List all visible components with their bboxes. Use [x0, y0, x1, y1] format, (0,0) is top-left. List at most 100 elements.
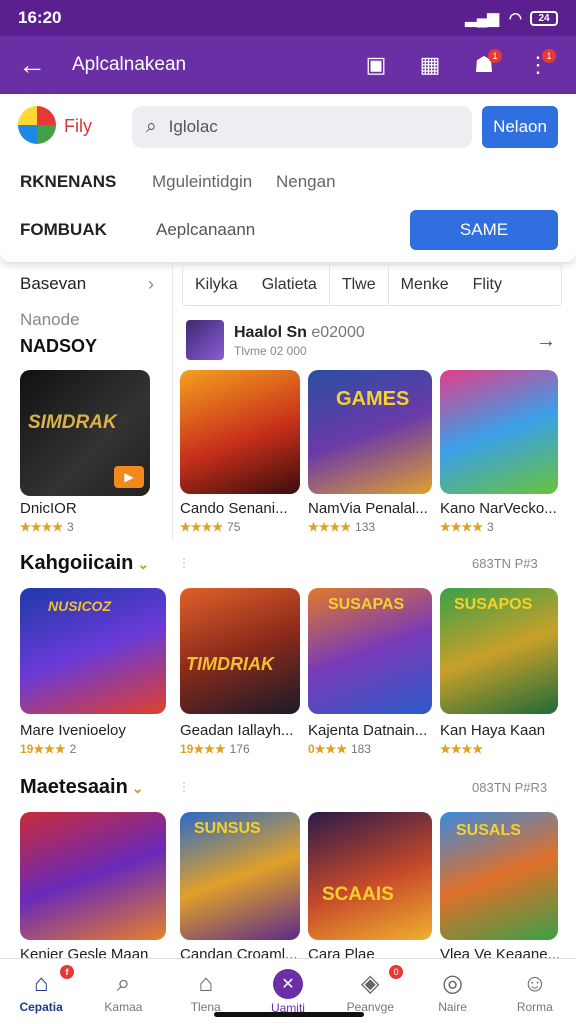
- rating-stars: 0★★★: [308, 742, 347, 756]
- row2-placeholder: Aeplcanaann: [156, 220, 256, 239]
- tab-search[interactable]: ⌕ Kamaa: [82, 959, 164, 1024]
- search-icon: ⌕: [146, 116, 157, 137]
- tab-3[interactable]: Menke: [389, 276, 461, 294]
- tab-label: Naire: [438, 1000, 467, 1014]
- status-bar: 16:20 ▂▄▆ ◠ 24: [0, 0, 576, 36]
- game-tile[interactable]: SUSAPAS: [308, 588, 432, 714]
- chevron-down-icon[interactable]: ⌄: [137, 556, 149, 572]
- game-banner: SUSAPOS: [454, 596, 533, 613]
- game-label: Cando Senani...: [180, 500, 288, 517]
- game-tile[interactable]: SUSAPOS: [440, 588, 558, 714]
- tab-home[interactable]: ⌂ Cepatia f: [0, 959, 82, 1024]
- more-icon[interactable]: ⋮ 1: [518, 45, 558, 85]
- row1-value-2[interactable]: Nengan: [276, 172, 336, 192]
- row1-value[interactable]: Mguleintidgin: [152, 172, 252, 192]
- sidebar-app-tile[interactable]: SIMDRAK ▶: [20, 370, 150, 496]
- sidebar-name: NADSOY: [20, 336, 98, 356]
- home-icon: ⌂: [33, 969, 49, 997]
- back-arrow-icon[interactable]: ←: [18, 49, 58, 81]
- search-icon: ⌕: [116, 969, 131, 997]
- game-tile[interactable]: SCAAIS: [308, 812, 432, 940]
- game-banner: SUSAPAS: [328, 596, 405, 613]
- rating-stars: ★★★★: [180, 520, 224, 534]
- tab-profile[interactable]: ☺ Rorma: [494, 959, 576, 1024]
- store-icon: ⌂: [198, 969, 213, 997]
- app-bar: ← Aplcalnakean ▣ ▦ ☗ 1 ⋮ 1: [0, 36, 576, 94]
- home-indicator: [214, 1012, 364, 1017]
- rating-count: 183: [350, 742, 371, 756]
- search-input[interactable]: ⌕ Iglolac: [132, 106, 472, 148]
- wishlist-icon[interactable]: ▣: [356, 45, 396, 85]
- tab-compass[interactable]: ◎ Naire: [411, 959, 493, 1024]
- tab-1[interactable]: Glatieta: [250, 276, 329, 294]
- game-tile[interactable]: [440, 370, 558, 494]
- game-rating: ★★★★: [440, 742, 487, 756]
- game-tile[interactable]: SUSALS: [440, 812, 558, 940]
- arrow-right-icon[interactable]: →: [536, 330, 556, 353]
- play-icon[interactable]: ▶: [114, 466, 144, 488]
- brand-logo-icon: [18, 106, 56, 144]
- sidebar-app-banner: SIMDRAK: [28, 412, 117, 433]
- same-button[interactable]: SAME: [410, 210, 558, 250]
- profile-icon: ☺: [522, 969, 548, 997]
- tab-2[interactable]: Tlwe: [330, 276, 388, 294]
- game-tile[interactable]: GAMES: [308, 370, 432, 494]
- rating-count: 176: [229, 742, 250, 756]
- row2-input[interactable]: Aeplcanaann: [142, 204, 406, 256]
- game-tile[interactable]: NUSICOZ: [20, 588, 166, 714]
- row1-label: RKNENANS: [20, 172, 117, 191]
- game-rating: 19★★★ 176: [180, 742, 250, 756]
- section-meta: 683TN P#3: [472, 556, 538, 571]
- game-banner: TIMDRIAK: [186, 654, 274, 674]
- game-tile[interactable]: [20, 812, 166, 940]
- game-rating: ★★★★ 133: [308, 520, 375, 534]
- tab-4[interactable]: Flity: [461, 276, 514, 294]
- compass-icon: ◎: [442, 970, 464, 997]
- library-icon[interactable]: ▦: [410, 45, 450, 85]
- rating-stars: 19★★★: [180, 742, 226, 756]
- search-button[interactable]: Nelaon: [482, 106, 558, 148]
- section-dots: ⋮: [178, 780, 190, 794]
- chevron-down-icon[interactable]: ⌄: [132, 780, 144, 796]
- section-title-text: Kahgoiicain: [20, 552, 134, 574]
- tab-0[interactable]: Kilyka: [183, 276, 250, 294]
- game-banner: SCAAIS: [322, 884, 394, 905]
- section-title[interactable]: Maetesaain ⌄: [20, 776, 144, 799]
- sidebar-app-label: DnicIOR: [20, 500, 77, 517]
- game-rating: ★★★★ 3: [440, 520, 494, 534]
- rating-stars: ★★★★: [20, 520, 64, 534]
- rating-count: 133: [355, 520, 376, 534]
- chevron-right-icon[interactable]: ›: [148, 274, 154, 295]
- category-tabs: Kilyka Glatieta Tlwe Menke Flity: [182, 264, 562, 306]
- game-tile[interactable]: TIMDRIAK: [180, 588, 300, 714]
- section-meta: 083TN P#R3: [472, 780, 548, 795]
- rating-stars: 19★★★: [20, 742, 66, 756]
- game-label: Kan Haya Kaan: [440, 722, 546, 739]
- rating-count: 3: [487, 520, 494, 534]
- game-banner: SUSALS: [456, 822, 521, 839]
- notifications-icon[interactable]: ☗ 1: [464, 45, 504, 85]
- game-tile[interactable]: [180, 370, 300, 494]
- game-label: Kajenta Datnain...: [308, 722, 428, 739]
- featured-subtitle: Tlvme 02 000: [234, 344, 307, 358]
- wifi-icon: ◠: [508, 10, 522, 27]
- section-title[interactable]: Kahgoiicain ⌄: [20, 552, 149, 575]
- rating-stars: ★★★★: [308, 520, 352, 534]
- signal-icon: ▂▄▆: [465, 10, 499, 27]
- section-title-text: Maetesaain: [20, 776, 128, 798]
- section-dots: ⋮: [178, 556, 190, 570]
- game-rating: ★★★★ 75: [180, 520, 240, 534]
- game-label: Kano NarVecko...: [440, 500, 557, 517]
- game-tile[interactable]: SUNSUS: [180, 812, 300, 940]
- tab-label: Cepatia: [19, 999, 63, 1014]
- rating-count: 75: [227, 520, 241, 534]
- featured-title-extra: e02000: [311, 324, 365, 341]
- game-label: Geadan Iallayh...: [180, 722, 294, 739]
- featured-title-main: Haalol Sn: [234, 324, 307, 341]
- shield-icon: ◈: [361, 970, 380, 997]
- featured-thumbnail[interactable]: [186, 320, 224, 360]
- game-banner: GAMES: [336, 388, 410, 410]
- game-banner: NUSICOZ: [48, 598, 111, 614]
- rating-count: 2: [69, 742, 77, 756]
- sidebar-heading[interactable]: Basevan: [20, 274, 86, 294]
